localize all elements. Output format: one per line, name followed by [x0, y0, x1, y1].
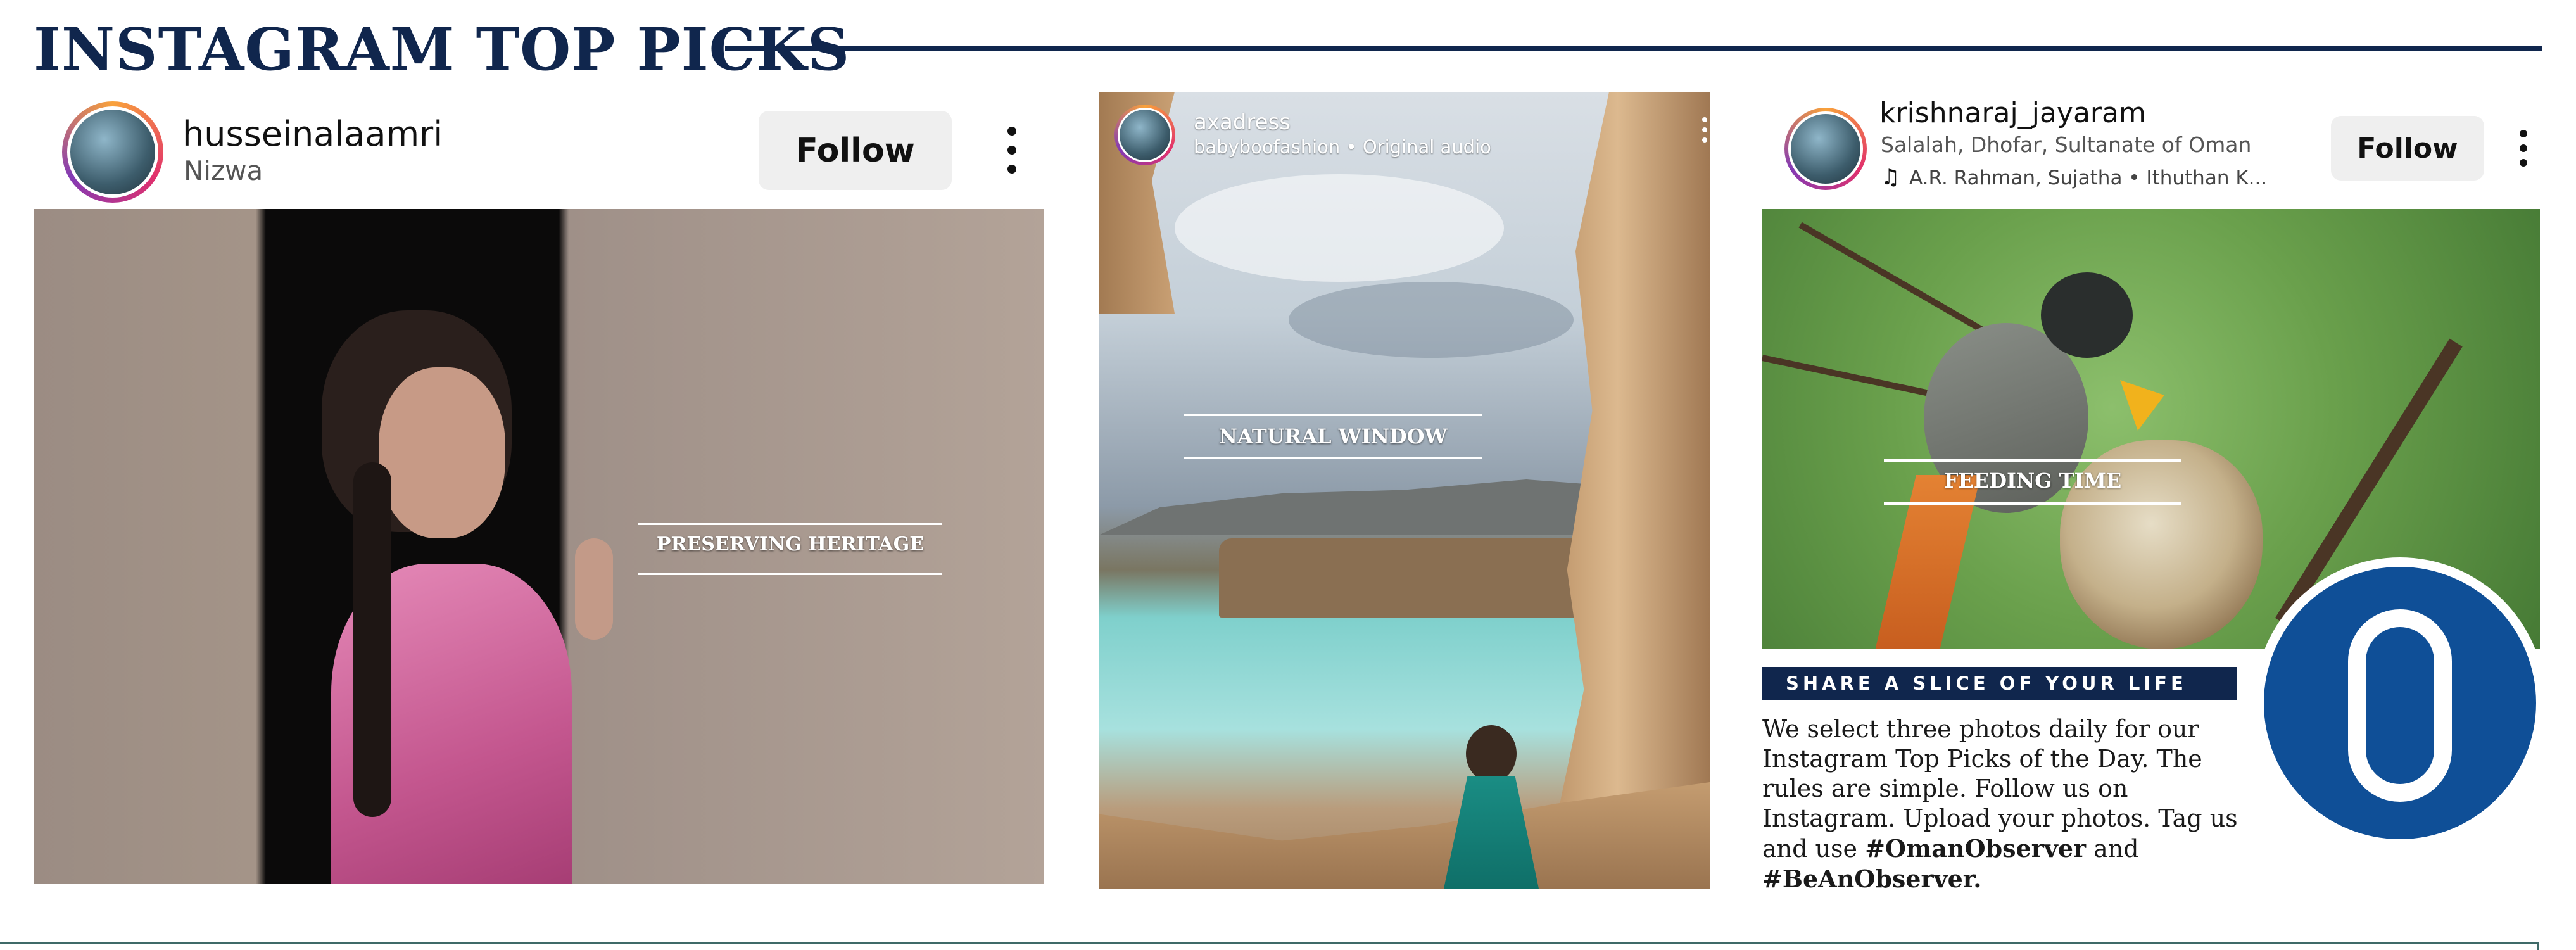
avatar[interactable] [1784, 108, 1867, 190]
bottom-rule-corner [2537, 942, 2539, 950]
cloud [1175, 174, 1504, 282]
avatar[interactable] [1114, 104, 1175, 165]
figure-hand [575, 538, 613, 640]
headland [1219, 538, 1605, 618]
more-options-icon[interactable] [1702, 117, 1707, 142]
photo-caption: FEEDING TIME [1943, 469, 2122, 493]
post-header: husseinalaamri Nizwa Follow [34, 92, 1044, 209]
foreground-rocks [1099, 782, 1710, 889]
post-photo: NATURAL WINDOW [1099, 92, 1710, 889]
woman-dress [1444, 776, 1539, 889]
music-note-icon: ♫ [1881, 165, 1900, 190]
location[interactable]: Nizwa [184, 155, 263, 186]
hashtag-beanobserver: #BeAnObserver. [1762, 864, 1982, 893]
follow-button[interactable]: Follow [2331, 116, 2484, 180]
avatar[interactable] [62, 101, 163, 203]
info-text-and: and [2093, 835, 2139, 863]
username[interactable]: husseinalaamri [182, 114, 443, 154]
hashtag-omanobserver: #OmanObserver [1865, 834, 2087, 863]
photo-caption: NATURAL WINDOW [1218, 424, 1448, 448]
username[interactable]: krishnaraj_jayaram [1879, 97, 2146, 129]
caption-line-top [1884, 459, 2181, 462]
caption-line-bottom [1184, 457, 1482, 459]
post-photo: PRESERVING HERITAGE [34, 209, 1044, 884]
bottom-rule [0, 942, 2539, 944]
audio-info[interactable]: babyboofashion • Original audio [1194, 136, 1491, 158]
photo-caption: PRESERVING HERITAGE [656, 533, 925, 555]
logo-letter-o [2348, 609, 2452, 802]
info-text: We select three photos daily for our Ins… [1762, 714, 2256, 894]
post-header: krishnaraj_jayaram Salalah, Dhofar, Sult… [1762, 92, 2540, 209]
bird-tail [1873, 475, 1981, 649]
username[interactable]: axadress [1194, 110, 1291, 135]
bird-head [2041, 272, 2133, 358]
info-banner-text: SHARE A SLICE OF YOUR LIFE [1786, 673, 2187, 694]
more-options-icon[interactable] [1007, 127, 1016, 174]
woman-head [1466, 725, 1517, 782]
location[interactable]: Salalah, Dhofar, Sultanate of Oman [1881, 132, 2251, 157]
chick-beak [2120, 380, 2164, 431]
instagram-post-1: husseinalaamri Nizwa Follow PRESERVING H… [34, 92, 1044, 884]
cloud [1289, 282, 1574, 358]
instagram-post-2: NATURAL WINDOW axadress babyboofashion •… [1099, 92, 1710, 889]
more-options-icon[interactable] [2520, 130, 2527, 167]
audio-info[interactable]: A.R. Rahman, Sujatha • Ithuthan K... [1909, 167, 2267, 189]
header-rule [725, 46, 2542, 51]
follow-button[interactable]: Follow [759, 111, 952, 190]
caption-line-top [638, 522, 942, 525]
caption-line-bottom [638, 573, 942, 575]
figure-face [379, 367, 505, 538]
caption-line-top [1184, 414, 1482, 416]
caption-line-bottom [1884, 502, 2181, 505]
figure-braid [353, 462, 391, 817]
